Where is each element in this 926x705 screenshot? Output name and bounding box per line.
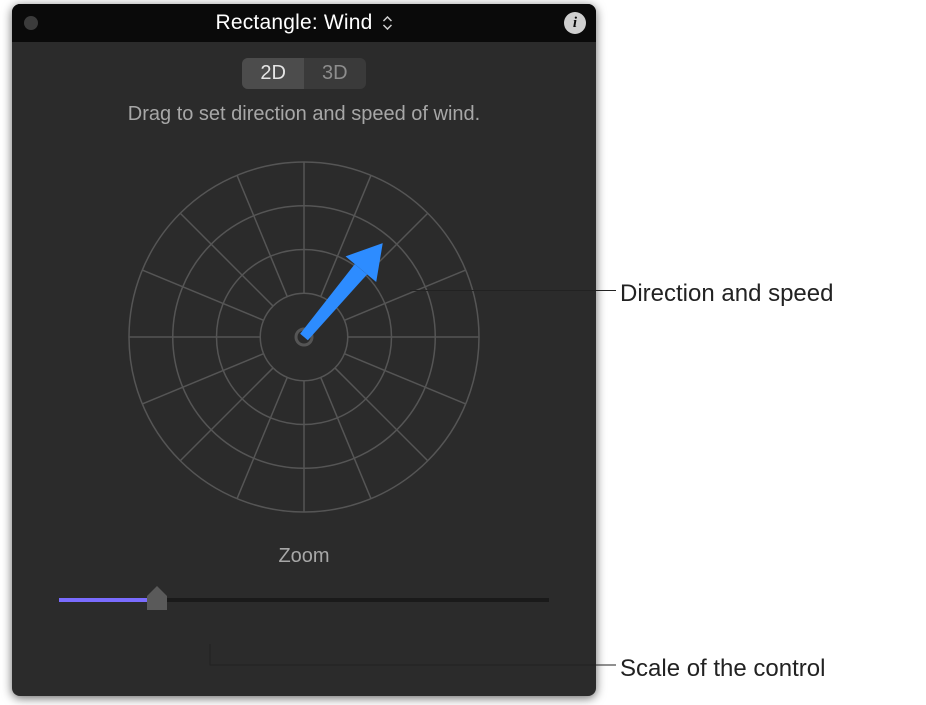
- wind-compass[interactable]: [114, 147, 494, 527]
- toggle-2d[interactable]: 2D: [242, 58, 304, 89]
- panel-title-text: Rectangle: Wind: [215, 11, 372, 35]
- wind-hud-panel: Rectangle: Wind i 2D 3D Drag to set dire…: [12, 4, 596, 696]
- info-icon[interactable]: i: [564, 12, 586, 34]
- callout-scale: Scale of the control: [620, 655, 825, 683]
- zoom-label: Zoom: [278, 545, 329, 568]
- dimension-toggle: 2D 3D: [242, 58, 365, 89]
- panel-body: 2D 3D Drag to set direction and speed of…: [12, 42, 596, 696]
- callout-line-direction: [410, 290, 616, 291]
- zoom-slider[interactable]: [59, 582, 549, 612]
- titlebar: Rectangle: Wind i: [12, 4, 596, 42]
- chevron-updown-icon: [383, 16, 393, 30]
- callout-direction: Direction and speed: [620, 280, 833, 308]
- panel-title-dropdown[interactable]: Rectangle: Wind: [215, 11, 392, 35]
- callout-line-scale: [210, 644, 620, 674]
- instruction-text: Drag to set direction and speed of wind.: [128, 101, 480, 127]
- toggle-3d[interactable]: 3D: [304, 58, 366, 89]
- window-close-dot[interactable]: [24, 16, 38, 30]
